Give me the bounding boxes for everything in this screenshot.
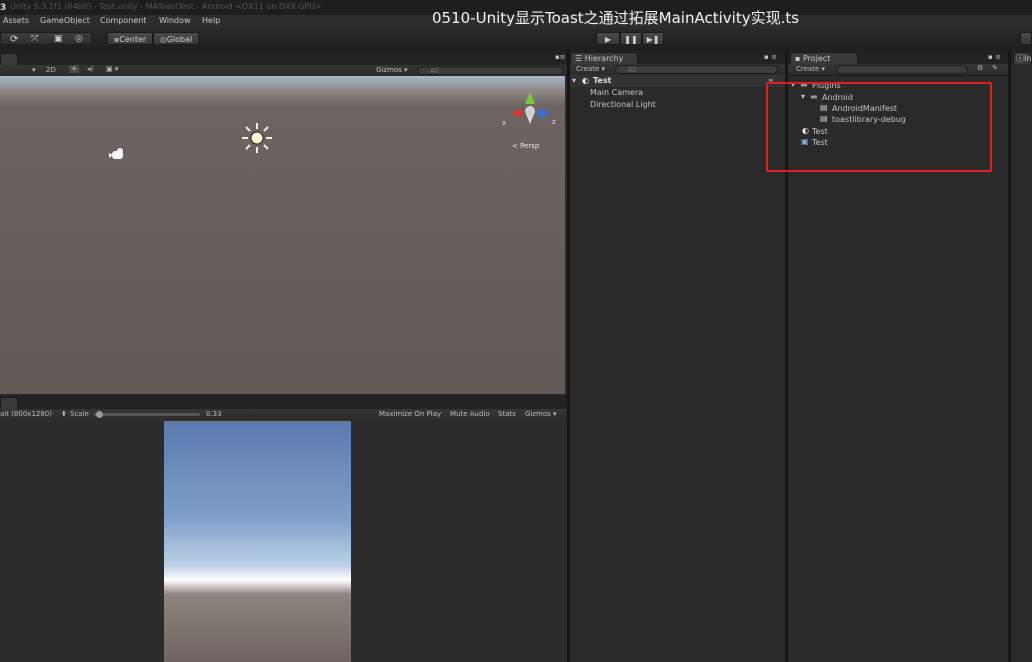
filter-type-icon[interactable]: ⚙ [977, 64, 983, 72]
game-panel-header: ait (800x1280) ⬍ Scale 0.33 Maximize On … [0, 395, 567, 421]
project-tab-label: Project [802, 54, 831, 63]
scale-label: Scale [70, 410, 89, 418]
lighting-toggle-icon[interactable]: ☀ [69, 65, 80, 73]
tab-inspector[interactable]: ⓘIn [1013, 52, 1032, 64]
tab-game[interactable] [0, 397, 18, 409]
highlight-annotation [766, 82, 992, 172]
menu-window[interactable]: Window [159, 16, 191, 25]
inspector-icon: ⓘ [1016, 54, 1024, 63]
transform-tools: ⟳ ⤧ ▣ ◎ [0, 32, 92, 45]
project-lock-icon[interactable]: ▪ ≡ [988, 53, 1001, 61]
scene-search-input[interactable]: All [417, 66, 564, 75]
panel-menu-icon[interactable]: ▪≡ [555, 53, 566, 61]
hierarchy-scene-name: Test [593, 76, 612, 85]
pivot-global-button[interactable]: ◍Global [153, 32, 199, 45]
unity-scene-icon: ◐ [582, 76, 589, 85]
project-toolbar: Create ▾ ⚙ ✎ [788, 64, 1008, 76]
layout-button[interactable] [1020, 32, 1032, 45]
tab-project[interactable]: ▪ Project [790, 52, 858, 64]
hierarchy-scene-row[interactable]: ▾ ◐ Test ≡ [570, 75, 785, 87]
rect-tool-icon[interactable]: ▣ [54, 33, 63, 46]
menu-help[interactable]: Help [202, 16, 220, 25]
expand-arrow-icon[interactable]: ▾ [572, 76, 576, 85]
toolbar: ⟳ ⤧ ▣ ◎ ▪Center ◍Global ▶ ❚❚ ▶❚ [0, 28, 1032, 51]
menu-assets[interactable]: Assets [3, 16, 29, 25]
audio-toggle-icon[interactable]: ◂) [87, 65, 93, 73]
transform-tool-icon[interactable]: ◎ [75, 33, 83, 46]
play-icon: ▶ [604, 35, 612, 44]
scale-slider-thumb[interactable] [96, 411, 103, 418]
inspector-tab-label: In [1024, 54, 1032, 63]
inspector-panel: ⓘIn [1011, 50, 1032, 662]
scene-search-placeholder: All [430, 67, 439, 75]
tab-scene[interactable] [0, 53, 18, 65]
global-icon: ◍ [159, 35, 167, 44]
play-button[interactable]: ▶ [596, 32, 620, 45]
step-icon: ▶❚ [646, 35, 660, 44]
maximize-on-play-toggle[interactable]: Maximize On Play [379, 410, 441, 418]
video-title: 0510-Unity显示Toast之通过拓展MainActivity实现.ts [432, 9, 800, 27]
project-create-dropdown[interactable]: Create ▾ [796, 65, 825, 73]
effects-toggle-icon[interactable]: ▣ ▾ [106, 65, 118, 73]
scale-tool-icon[interactable]: ⤧ [31, 33, 38, 46]
hierarchy-search-input[interactable]: All [615, 65, 778, 74]
menu-component[interactable]: Component [100, 16, 146, 25]
project-search-input[interactable] [836, 65, 968, 74]
window-title: Unity 5.3.1f1 (64bit) - Test.unity - MAT… [10, 2, 322, 11]
resolution-dropdown[interactable]: ait (800x1280) [0, 410, 52, 418]
project-tabbar: ▪ Project ▪ ≡ [788, 50, 1008, 64]
global-label: Global [166, 35, 193, 44]
scale-value: 0.33 [206, 410, 222, 418]
hierarchy-item-main-camera[interactable]: Main Camera [590, 88, 643, 97]
camera-icon[interactable] [108, 148, 128, 162]
hierarchy-create-dropdown[interactable]: Create ▾ [576, 65, 605, 73]
persp-label[interactable]: < Persp [512, 142, 539, 150]
filter-label-icon[interactable]: ✎ [992, 64, 998, 72]
menu-gameobject[interactable]: GameObject [40, 16, 90, 25]
game-gizmos-dropdown[interactable]: Gizmos ▾ [525, 410, 557, 418]
hierarchy-search-placeholder: All [628, 66, 637, 74]
step-button[interactable]: ▶❚ [642, 32, 664, 45]
scale-slider[interactable] [94, 411, 200, 418]
gizmos-dropdown[interactable]: Gizmos ▾ [376, 66, 408, 74]
hierarchy-lock-icon[interactable]: ▪ ≡ [764, 53, 777, 61]
hierarchy-tabbar: ☰ Hierarchy ▪ ≡ [570, 50, 785, 64]
gizmo-x-label: x [502, 119, 506, 127]
2d-mode-toggle[interactable]: 2D [46, 66, 56, 74]
scene-gizmo-icon[interactable]: x z [502, 90, 560, 132]
unity-logo-icon: 3 [0, 3, 7, 13]
hierarchy-tab-label: Hierarchy [584, 54, 624, 63]
scene-viewport[interactable]: x z < Persp [0, 76, 565, 394]
hierarchy-panel: ☰ Hierarchy ▪ ≡ Create ▾ All ▾ ◐ Test ≡ … [570, 50, 785, 662]
stats-toggle[interactable]: Stats [498, 410, 516, 418]
rotate-tool-icon[interactable]: ⟳ [10, 33, 18, 46]
hierarchy-item-directional-light[interactable]: Directional Light [590, 100, 656, 109]
gizmo-z-label: z [552, 118, 556, 126]
inspector-tabbar: ⓘIn [1011, 50, 1032, 64]
resolution-arrow-icon: ⬍ [61, 410, 67, 418]
shading-dropdown-arrow-icon[interactable]: ▾ [32, 66, 36, 74]
mute-audio-toggle[interactable]: Mute Audio [450, 410, 490, 418]
pivot-label: Center [119, 35, 147, 44]
game-screen[interactable] [164, 421, 351, 662]
scene-tabbar: ▪≡ [0, 50, 567, 65]
pause-icon: ❚❚ [624, 35, 638, 44]
project-icon: ▪ [795, 54, 803, 63]
hierarchy-icon: ☰ [575, 54, 585, 63]
directional-light-icon[interactable] [240, 122, 276, 156]
tab-hierarchy[interactable]: ☰ Hierarchy [570, 52, 638, 64]
pivot-center-button[interactable]: ▪Center [107, 32, 153, 45]
pause-button[interactable]: ❚❚ [620, 32, 642, 45]
